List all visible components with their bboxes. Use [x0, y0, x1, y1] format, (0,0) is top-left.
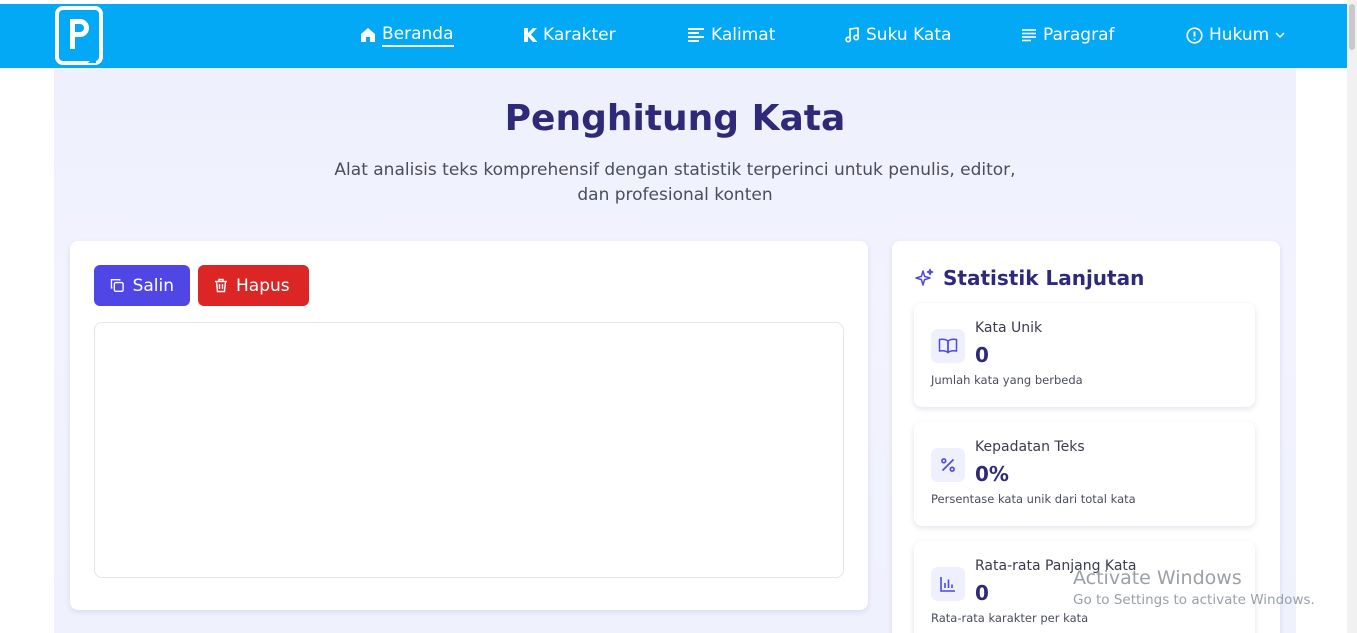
stat-value: 0 [975, 581, 989, 605]
stat-description: Persentase kata unik dari total kata [931, 492, 1136, 506]
paragraph-icon [1022, 29, 1036, 42]
text-input-area[interactable] [94, 322, 844, 578]
stat-card-avg-word-length: Rata-rata Panjang Kata 0 Rata-rata karak… [914, 541, 1255, 633]
stat-label: Kata Unik [975, 320, 1043, 336]
stat-card-text-density: Kepadatan Teks 0% Persentase kata unik d… [914, 422, 1255, 526]
page-title: Penghitung Kata [504, 98, 846, 139]
stats-heading: Statistik Lanjutan [914, 266, 1144, 290]
stat-description: Jumlah kata yang berbeda [931, 373, 1083, 387]
copy-button[interactable]: Salin [94, 265, 190, 306]
stat-card-unique-words: Kata Unik 0 Jumlah kata yang berbeda [914, 303, 1255, 407]
advanced-stats-card: Statistik Lanjutan Kata Unik 0 Jumlah ka… [892, 241, 1280, 633]
music-note-icon [845, 27, 860, 43]
k-letter-icon [524, 28, 537, 42]
nav-label: Beranda [382, 24, 454, 47]
nav-item-karakter[interactable]: Karakter [523, 22, 616, 48]
editor-card: Salin Hapus [70, 241, 868, 610]
nav-label: Karakter [543, 25, 616, 45]
text-lines-icon [688, 28, 704, 42]
copy-button-label: Salin [132, 275, 174, 296]
page-subtitle: Alat analisis teks komprehensif dengan s… [334, 160, 1016, 205]
sparkles-icon [915, 268, 934, 286]
logo-icon[interactable] [54, 5, 104, 67]
stat-label: Rata-rata Panjang Kata [975, 558, 1137, 574]
stat-label: Kepadatan Teks [975, 439, 1085, 455]
top-navbar: Beranda Karakter Kalimat Suku Kata Parag… [0, 4, 1347, 68]
book-open-icon [938, 338, 958, 354]
stat-value: 0% [975, 462, 1009, 486]
delete-button-label: Hapus [236, 275, 290, 296]
nav-item-kalimat[interactable]: Kalimat [687, 22, 775, 48]
bar-chart-icon [940, 577, 955, 592]
home-icon [361, 28, 375, 42]
nav-item-beranda[interactable]: Beranda [360, 22, 454, 48]
stat-icon-box [931, 567, 965, 601]
nav-label: Paragraf [1043, 25, 1115, 45]
nav-item-suku-kata[interactable]: Suku Kata [845, 22, 951, 48]
info-circle-icon [1186, 26, 1203, 44]
copy-icon [110, 278, 124, 293]
stats-title: Statistik Lanjutan [943, 266, 1145, 290]
nav-item-paragraf[interactable]: Paragraf [1021, 22, 1115, 48]
chevron-down-icon [1275, 32, 1285, 39]
page-scrollbar[interactable] [1347, 0, 1357, 633]
scrollbar-thumb[interactable] [1349, 4, 1355, 50]
trash-icon [215, 278, 227, 293]
main-content: Penghitung Kata Alat analisis teks kompr… [54, 68, 1296, 633]
percent-icon [941, 458, 955, 472]
stat-value: 0 [975, 343, 989, 367]
nav-label: Kalimat [711, 25, 776, 45]
nav-item-hukum[interactable]: Hukum [1186, 22, 1285, 48]
nav-label: Suku Kata [866, 25, 952, 45]
nav-label: Hukum [1209, 25, 1270, 45]
stat-icon-box [931, 329, 965, 363]
stat-icon-box [931, 448, 965, 482]
delete-button[interactable]: Hapus [198, 265, 309, 306]
stat-description: Rata-rata karakter per kata [931, 611, 1089, 625]
